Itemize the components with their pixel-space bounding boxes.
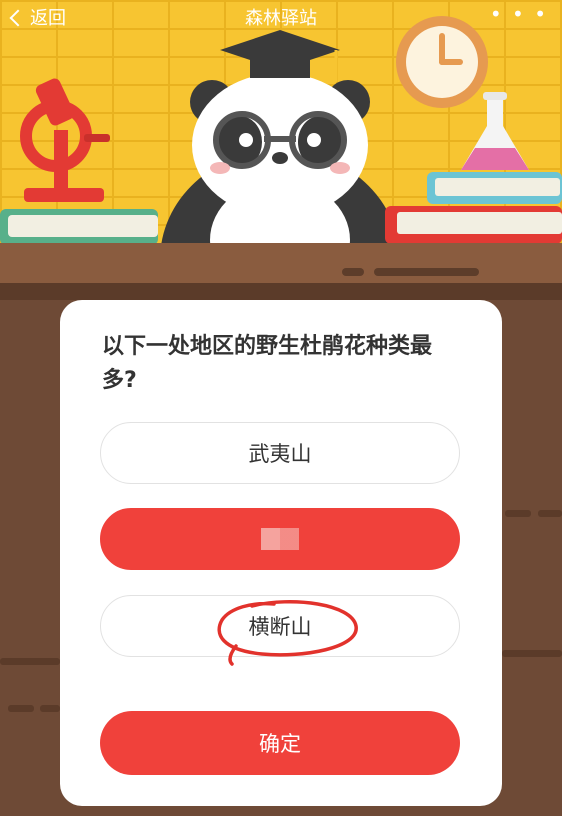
option-button-1[interactable]: 武夷山 bbox=[100, 422, 460, 484]
option-button-2-selected[interactable] bbox=[100, 508, 460, 570]
desk-top bbox=[0, 243, 562, 285]
wood-plank-line bbox=[538, 510, 562, 517]
confirm-label: 确定 bbox=[259, 732, 301, 756]
flask-icon bbox=[461, 92, 529, 170]
wood-plank-line bbox=[502, 650, 562, 657]
redacted-mosaic bbox=[261, 528, 299, 550]
wood-plank-line bbox=[0, 658, 60, 665]
question-text: 以下一处地区的野生杜鹃花种类最多? bbox=[102, 334, 433, 393]
option-button-3[interactable]: 横断山 bbox=[100, 595, 460, 657]
wood-plank-line bbox=[505, 510, 531, 517]
more-options-icon[interactable]: • • • bbox=[490, 2, 548, 26]
book-stack-right bbox=[385, 172, 562, 244]
wood-plank-line bbox=[8, 705, 34, 712]
option-label: 武夷山 bbox=[248, 442, 312, 466]
top-bar: 返回 森林驿站 • • • bbox=[0, 0, 562, 34]
option-label: 横断山 bbox=[248, 615, 312, 639]
desk-edge bbox=[0, 283, 562, 300]
wood-plank-line bbox=[40, 705, 60, 712]
desk-slot bbox=[374, 268, 479, 276]
quiz-card: 以下一处地区的野生杜鹃花种类最多? 武夷山 横断山 确定 bbox=[60, 300, 502, 806]
microscope-icon bbox=[20, 78, 110, 202]
header-scene: 返回 森林驿站 • • • bbox=[0, 0, 562, 300]
desk-slot bbox=[342, 268, 364, 276]
book-stack-left bbox=[0, 209, 158, 245]
panda-illustration bbox=[160, 30, 400, 250]
confirm-button[interactable]: 确定 bbox=[100, 711, 460, 775]
page-title: 森林驿站 bbox=[245, 8, 317, 29]
